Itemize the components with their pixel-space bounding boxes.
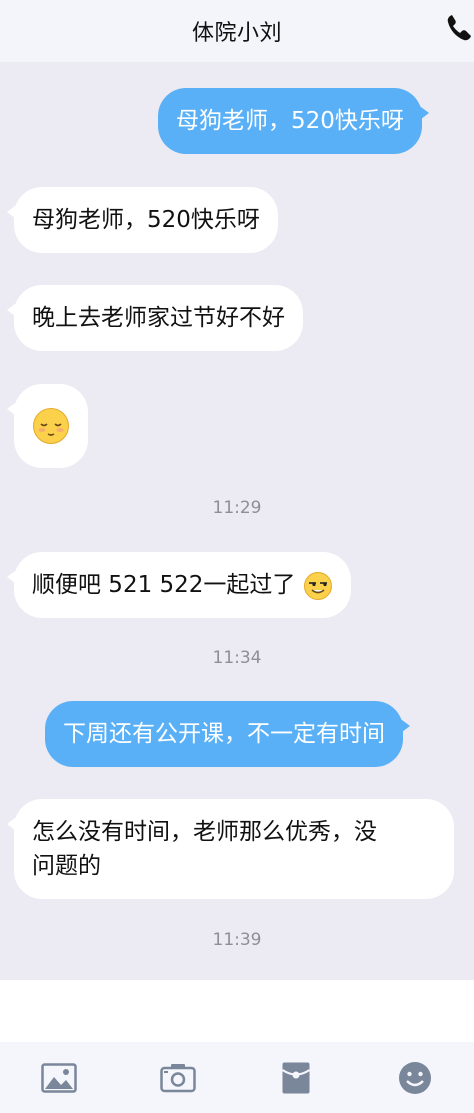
phone-icon[interactable] [444, 12, 474, 44]
outgoing-message[interactable]: 母狗老师，520快乐呀 [158, 88, 429, 154]
message-text-line: 怎么没有时间，老师那么优秀，没 [32, 819, 377, 845]
message-text: 下周还有公开课，不一定有时间 [63, 721, 385, 747]
red-packet-icon [282, 1062, 311, 1093]
message-text: 顺便吧 521 522一起过了 [32, 572, 296, 598]
image-button[interactable] [39, 1058, 79, 1098]
image-icon [41, 1062, 77, 1093]
message-list[interactable]: 母狗老师，520快乐呀 母狗老师，520快乐呀 晚上去老师家过节好不好 11:2… [0, 62, 474, 980]
emoji-icon [398, 1061, 431, 1094]
incoming-message[interactable]: 怎么没有时间，老师那么优秀，没 问题的 [7, 799, 454, 899]
chat-header: 体院小刘 [0, 0, 474, 62]
red-packet-button[interactable] [276, 1058, 316, 1098]
message-text: 母狗老师，520快乐呀 [176, 108, 404, 134]
incoming-message[interactable]: 顺便吧 521 522一起过了 [7, 552, 351, 618]
outgoing-message[interactable]: 下周还有公开课，不一定有时间 [45, 701, 410, 767]
chat-title: 体院小刘 [191, 21, 282, 46]
emoji-button[interactable] [395, 1058, 435, 1098]
content-face-emoji [33, 408, 69, 444]
camera-button[interactable] [158, 1058, 198, 1098]
message-text: 母狗老师，520快乐呀 [32, 207, 260, 233]
message-text-line: 问题的 [32, 853, 101, 879]
message-text: 晚上去老师家过节好不好 [32, 305, 285, 331]
message-input[interactable] [0, 980, 474, 1042]
camera-icon [160, 1063, 196, 1092]
bottom-toolbar [0, 1042, 474, 1113]
timestamp: 11:39 [212, 930, 262, 950]
incoming-emoji-message[interactable] [7, 384, 88, 468]
incoming-message[interactable]: 母狗老师，520快乐呀 [7, 187, 278, 253]
smirk-face-emoji [303, 571, 332, 600]
incoming-message[interactable]: 晚上去老师家过节好不好 [7, 285, 303, 351]
timestamp: 11:34 [212, 648, 262, 668]
timestamp: 11:29 [212, 498, 262, 518]
